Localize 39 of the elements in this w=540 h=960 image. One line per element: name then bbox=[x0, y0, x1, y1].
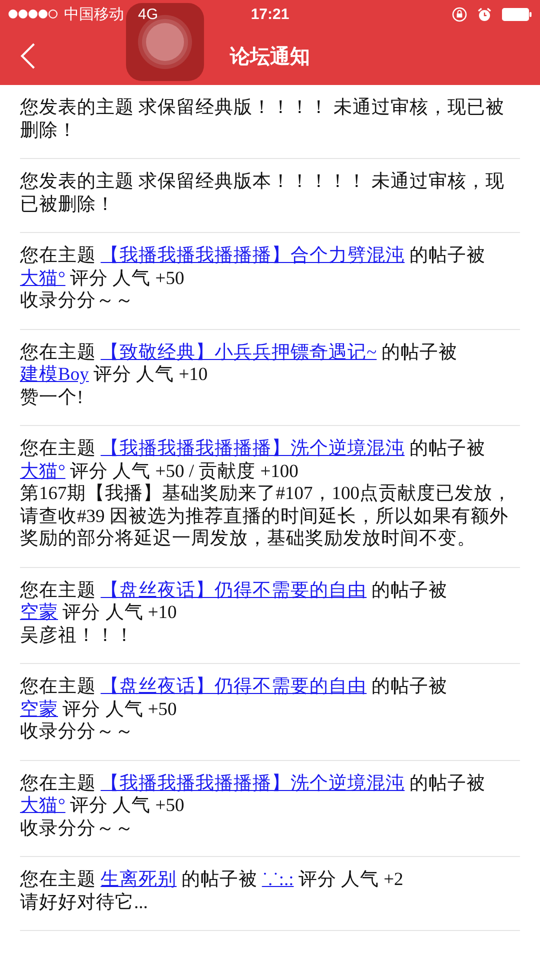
notice-message: 收录分分～～ bbox=[20, 290, 135, 312]
notice-message: 第167期【我播】基础奖励来了#107，100点贡献度已发放，请查收#39 因被选为推荐直播的时间延长，所以如果有额外奖励的部分将延迟一周发放，基础奖励发放时间不变。 bbox=[20, 483, 512, 550]
notice-link[interactable]: 生离死别 bbox=[100, 870, 177, 890]
notice-text: 您在主题 【我播我播我播播播】洗个逆境混沌 的帖子被 大猫° 评分 人气 +50 / 贡献度 +100 bbox=[20, 438, 486, 483]
assistive-touch-button[interactable] bbox=[126, 3, 204, 81]
carrier-name: 中国移动 bbox=[64, 4, 124, 24]
notice-link[interactable]: 空蒙 bbox=[20, 603, 58, 623]
notice-text: 您在主题 【盘丝夜话】仍得不需要的自由 的帖子被 空蒙 评分 人气 +50 bbox=[20, 676, 448, 721]
signal-icon bbox=[8, 9, 58, 19]
notice-message: 请好好对待它... bbox=[20, 892, 149, 914]
notice-message: 赞一个! bbox=[20, 386, 84, 409]
page-title: 论坛通知 bbox=[230, 45, 310, 70]
notice-link[interactable]: ˙.˙:.: bbox=[262, 870, 294, 890]
notice-text: 您在主题 【盘丝夜话】仍得不需要的自由 的帖子被 空蒙 评分 人气 +10 bbox=[20, 580, 448, 624]
rotation-lock-icon bbox=[452, 6, 467, 22]
notice-link[interactable]: 【盘丝夜话】仍得不需要的自由 bbox=[100, 677, 367, 697]
notice-text: 您发表的主题 求保留经典版！！！！ 未通过审核，现已被删除！ bbox=[20, 97, 506, 142]
notice-text: 您发表的主题 求保留经典版本！！！！！ 未通过审核，现已被删除！ bbox=[20, 171, 506, 216]
network-type: 4G bbox=[138, 6, 158, 22]
notice-text: 您在主题 【致敬经典】小兵兵押镖奇遇记~ 的帖子被 建模Boy 评分 人气 +10 bbox=[20, 342, 458, 386]
notice-link[interactable]: 【我播我播我播播播】合个力劈混沌 bbox=[100, 246, 405, 266]
notice-message: 收录分分～～ bbox=[20, 818, 135, 840]
notice-link[interactable]: 【盘丝夜话】仍得不需要的自由 bbox=[100, 580, 367, 600]
notice-text: 您在主题 生离死别 的帖子被 ˙.˙:.: 评分 人气 +2 bbox=[20, 869, 404, 892]
status-time: 17:21 bbox=[250, 6, 290, 22]
notice-message: 吴彦祖！！！ bbox=[20, 624, 135, 647]
notice-link[interactable]: 【我播我播我播播播】洗个逆境混沌 bbox=[100, 774, 405, 794]
battery-icon bbox=[502, 8, 532, 20]
alarm-icon bbox=[477, 6, 492, 22]
notice-link[interactable]: 【致敬经典】小兵兵押镖奇遇记~ bbox=[100, 342, 377, 362]
notice-link[interactable]: 【我播我播我播播播】洗个逆境混沌 bbox=[100, 439, 405, 459]
notice-link[interactable]: 建模Boy bbox=[20, 365, 89, 385]
notice-message: 收录分分～～ bbox=[20, 721, 135, 744]
notice-link[interactable]: 大猫° bbox=[20, 462, 66, 482]
notice-text: 您在主题 【我播我播我播播播】洗个逆境混沌 的帖子被 大猫° 评分 人气 +50 bbox=[20, 772, 486, 818]
notice-link[interactable]: 大猫° bbox=[20, 268, 66, 288]
notice-link[interactable]: 大猫° bbox=[20, 796, 66, 816]
notice-text: 您在主题 【我播我播我播播播】合个力劈混沌 的帖子被 大猫° 评分 人气 +50 bbox=[20, 245, 486, 290]
notice-link[interactable]: 空蒙 bbox=[20, 700, 58, 720]
